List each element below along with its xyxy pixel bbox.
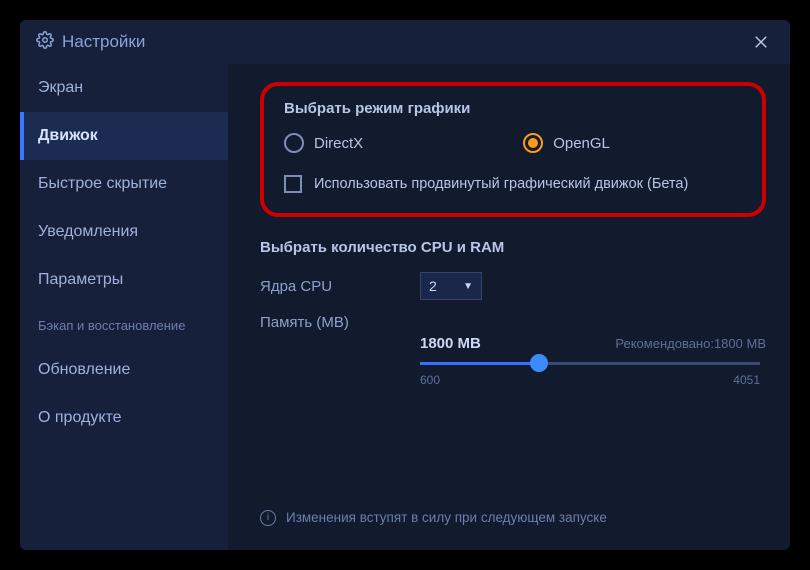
checkbox-label: Использовать продвинутый графический дви… <box>314 176 688 192</box>
note-text: Изменения вступят в силу при следующем з… <box>286 508 607 528</box>
radio-circle-icon <box>284 133 304 153</box>
memory-slider[interactable]: 600 4051 <box>420 362 766 387</box>
checkbox-advanced-engine[interactable]: Использовать продвинутый графический дви… <box>284 175 742 193</box>
section-title: Выбрать режим графики <box>284 100 742 117</box>
slider-thumb[interactable] <box>530 354 548 372</box>
main-panel: Выбрать режим графики DirectX OpenGL Исп… <box>228 64 790 550</box>
cores-select[interactable]: 2 ▼ <box>420 272 482 300</box>
sidebar-item-screen[interactable]: Экран <box>20 64 228 112</box>
sidebar-item-label: Уведомления <box>38 223 138 241</box>
memory-label: Память (MB) <box>260 314 420 331</box>
sidebar-item-label: Экран <box>38 79 83 97</box>
sidebar-item-update[interactable]: Обновление <box>20 346 228 394</box>
chevron-down-icon: ▼ <box>463 281 473 292</box>
sidebar: Экран Движок Быстрое скрытие Уведомления… <box>20 64 228 550</box>
slider-track <box>420 362 760 365</box>
sidebar-item-label: Бэкап и восстановление <box>38 318 185 333</box>
section-title: Выбрать количество CPU и RAM <box>260 239 766 256</box>
gear-icon <box>36 31 54 54</box>
radio-opengl[interactable]: OpenGL <box>523 133 610 153</box>
select-value: 2 <box>429 278 437 294</box>
settings-window: Настройки Экран Движок Быстрое скрытие У… <box>20 20 790 550</box>
window-title: Настройки <box>62 32 145 52</box>
slider-max: 4051 <box>733 373 760 387</box>
cores-label: Ядра CPU <box>260 278 420 295</box>
slider-fill <box>420 362 539 365</box>
slider-min: 600 <box>420 373 440 387</box>
sidebar-item-notifications[interactable]: Уведомления <box>20 208 228 256</box>
radio-label: DirectX <box>314 135 363 152</box>
sidebar-item-parameters[interactable]: Параметры <box>20 256 228 304</box>
sidebar-item-label: О продукте <box>38 409 122 427</box>
sidebar-item-label: Обновление <box>38 361 130 379</box>
sidebar-item-quick-hide[interactable]: Быстрое скрытие <box>20 160 228 208</box>
titlebar: Настройки <box>20 20 790 64</box>
radio-directx[interactable]: DirectX <box>284 133 363 153</box>
graphics-mode-section: Выбрать режим графики DirectX OpenGL Исп… <box>260 82 766 217</box>
memory-value: 1800 MB <box>420 335 481 352</box>
sidebar-item-engine[interactable]: Движок <box>20 112 228 160</box>
radio-circle-icon <box>523 133 543 153</box>
memory-recommended: Рекомендовано:1800 MB <box>615 336 766 351</box>
sidebar-item-label: Параметры <box>38 271 123 289</box>
close-button[interactable] <box>748 29 774 55</box>
sidebar-item-about[interactable]: О продукте <box>20 394 228 442</box>
checkbox-box-icon <box>284 175 302 193</box>
sidebar-item-backup[interactable]: Бэкап и восстановление <box>20 304 228 346</box>
sidebar-item-label: Быстрое скрытие <box>38 175 167 193</box>
restart-note: i Изменения вступят в силу при следующем… <box>260 508 607 528</box>
info-icon: i <box>260 510 276 526</box>
sidebar-item-label: Движок <box>38 127 98 145</box>
radio-label: OpenGL <box>553 135 610 152</box>
